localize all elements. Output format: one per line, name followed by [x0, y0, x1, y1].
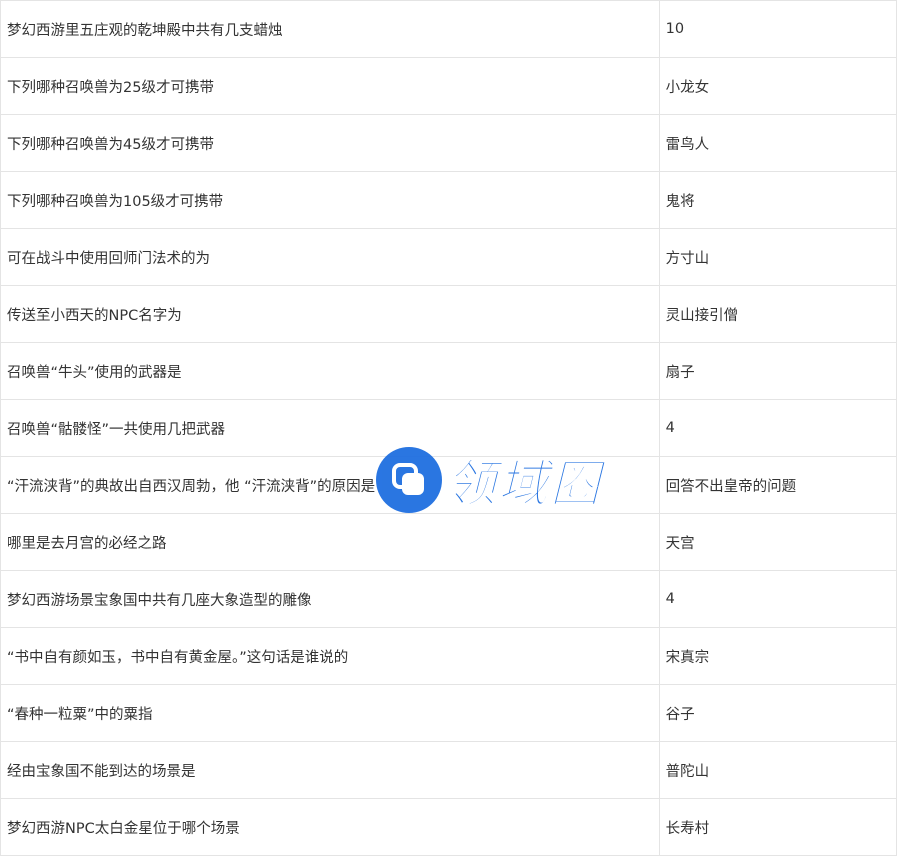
question-cell: 召唤兽“牛头”使用的武器是 — [0, 342, 660, 400]
answer-cell: 天宫 — [658, 513, 898, 571]
answer-cell: 4 — [658, 399, 898, 457]
question-cell: 召唤兽“骷髅怪”一共使用几把武器 — [0, 399, 660, 457]
qa-table: 梦幻西游里五庄观的乾坤殿中共有几支蜡烛 10 下列哪种召唤兽为25级才可携带 小… — [0, 0, 898, 856]
table-row: 召唤兽“牛头”使用的武器是 扇子 — [0, 342, 898, 400]
table-row: 可在战斗中使用回师门法术的为 方寸山 — [0, 228, 898, 286]
table-row: 下列哪种召唤兽为45级才可携带 雷鸟人 — [0, 114, 898, 172]
question-cell: “书中自有颜如玉，书中自有黄金屋。”这句话是谁说的 — [0, 627, 660, 685]
answer-cell: 长寿村 — [658, 798, 898, 856]
table-row: 召唤兽“骷髅怪”一共使用几把武器 4 — [0, 399, 898, 457]
table-row: 下列哪种召唤兽为25级才可携带 小龙女 — [0, 57, 898, 115]
question-cell: 下列哪种召唤兽为45级才可携带 — [0, 114, 660, 172]
answer-cell: 雷鸟人 — [658, 114, 898, 172]
table-row: 梦幻西游场景宝象国中共有几座大象造型的雕像 4 — [0, 570, 898, 628]
table-row: 经由宝象国不能到达的场景是 普陀山 — [0, 741, 898, 799]
table-row: “春种一粒粟”中的粟指 谷子 — [0, 684, 898, 742]
answer-cell: 谷子 — [658, 684, 898, 742]
question-cell: 传送至小西天的NPC名字为 — [0, 285, 660, 343]
table-row: 下列哪种召唤兽为105级才可携带 鬼将 — [0, 171, 898, 229]
question-cell: 梦幻西游场景宝象国中共有几座大象造型的雕像 — [0, 570, 660, 628]
question-cell: 梦幻西游NPC太白金星位于哪个场景 — [0, 798, 660, 856]
answer-cell: 小龙女 — [658, 57, 898, 115]
table-row: 梦幻西游里五庄观的乾坤殿中共有几支蜡烛 10 — [0, 0, 898, 58]
table-row: “汗流浃背”的典故出自西汉周勃，他 “汗流浃背”的原因是 回答不出皇帝的问题 — [0, 456, 898, 514]
question-cell: 经由宝象国不能到达的场景是 — [0, 741, 660, 799]
question-cell: 梦幻西游里五庄观的乾坤殿中共有几支蜡烛 — [0, 0, 660, 58]
question-cell: 可在战斗中使用回师门法术的为 — [0, 228, 660, 286]
table-row: “书中自有颜如玉，书中自有黄金屋。”这句话是谁说的 宋真宗 — [0, 627, 898, 685]
answer-cell: 方寸山 — [658, 228, 898, 286]
answer-cell: 回答不出皇帝的问题 — [658, 456, 898, 514]
table-row: 梦幻西游NPC太白金星位于哪个场景 长寿村 — [0, 798, 898, 856]
question-cell: 哪里是去月宫的必经之路 — [0, 513, 660, 571]
question-cell: 下列哪种召唤兽为25级才可携带 — [0, 57, 660, 115]
answer-cell: 宋真宗 — [658, 627, 898, 685]
table-row: 哪里是去月宫的必经之路 天宫 — [0, 513, 898, 571]
answer-cell: 扇子 — [658, 342, 898, 400]
answer-cell: 10 — [658, 0, 898, 58]
table-row: 传送至小西天的NPC名字为 灵山接引僧 — [0, 285, 898, 343]
question-cell: 下列哪种召唤兽为105级才可携带 — [0, 171, 660, 229]
answer-cell: 普陀山 — [658, 741, 898, 799]
answer-cell: 鬼将 — [658, 171, 898, 229]
question-cell: “汗流浃背”的典故出自西汉周勃，他 “汗流浃背”的原因是 — [0, 456, 660, 514]
question-cell: “春种一粒粟”中的粟指 — [0, 684, 660, 742]
answer-cell: 灵山接引僧 — [658, 285, 898, 343]
answer-cell: 4 — [658, 570, 898, 628]
